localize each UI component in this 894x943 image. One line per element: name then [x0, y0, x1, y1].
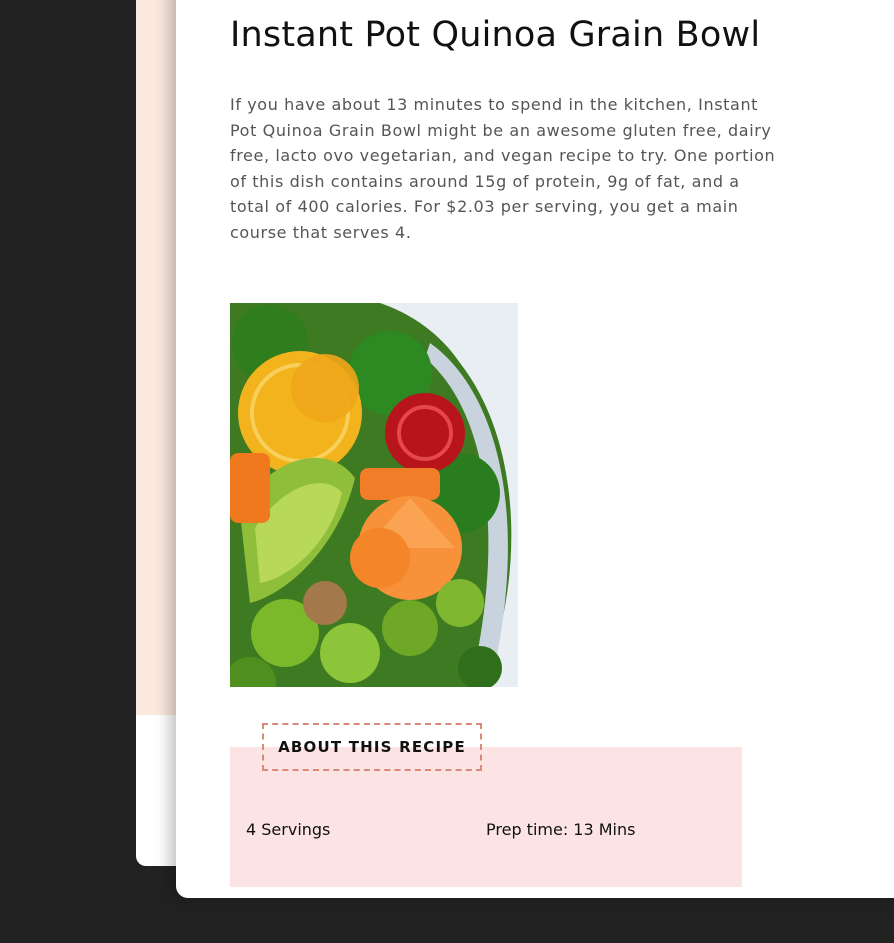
recipe-content: Instant Pot Quinoa Grain Bowl If you hav… — [230, 8, 790, 887]
recipe-summary: If you have about 13 minutes to spend in… — [230, 95, 776, 242]
about-recipe-heading: ABOUT THIS RECIPE — [262, 722, 482, 771]
prep-time-text: Prep time: 13 Mins — [486, 819, 636, 839]
recipe-image — [230, 302, 518, 687]
recipe-modal: Instant Pot Quinoa Grain Bowl If you hav… — [176, 0, 894, 898]
recipe-title: Instant Pot Quinoa Grain Bowl — [230, 15, 761, 55]
recipe-photo-illustration — [230, 302, 518, 687]
about-recipe-panel: ABOUT THIS RECIPE 4 Servings Prep time: … — [230, 722, 742, 887]
servings-text: 4 Servings — [246, 819, 331, 839]
